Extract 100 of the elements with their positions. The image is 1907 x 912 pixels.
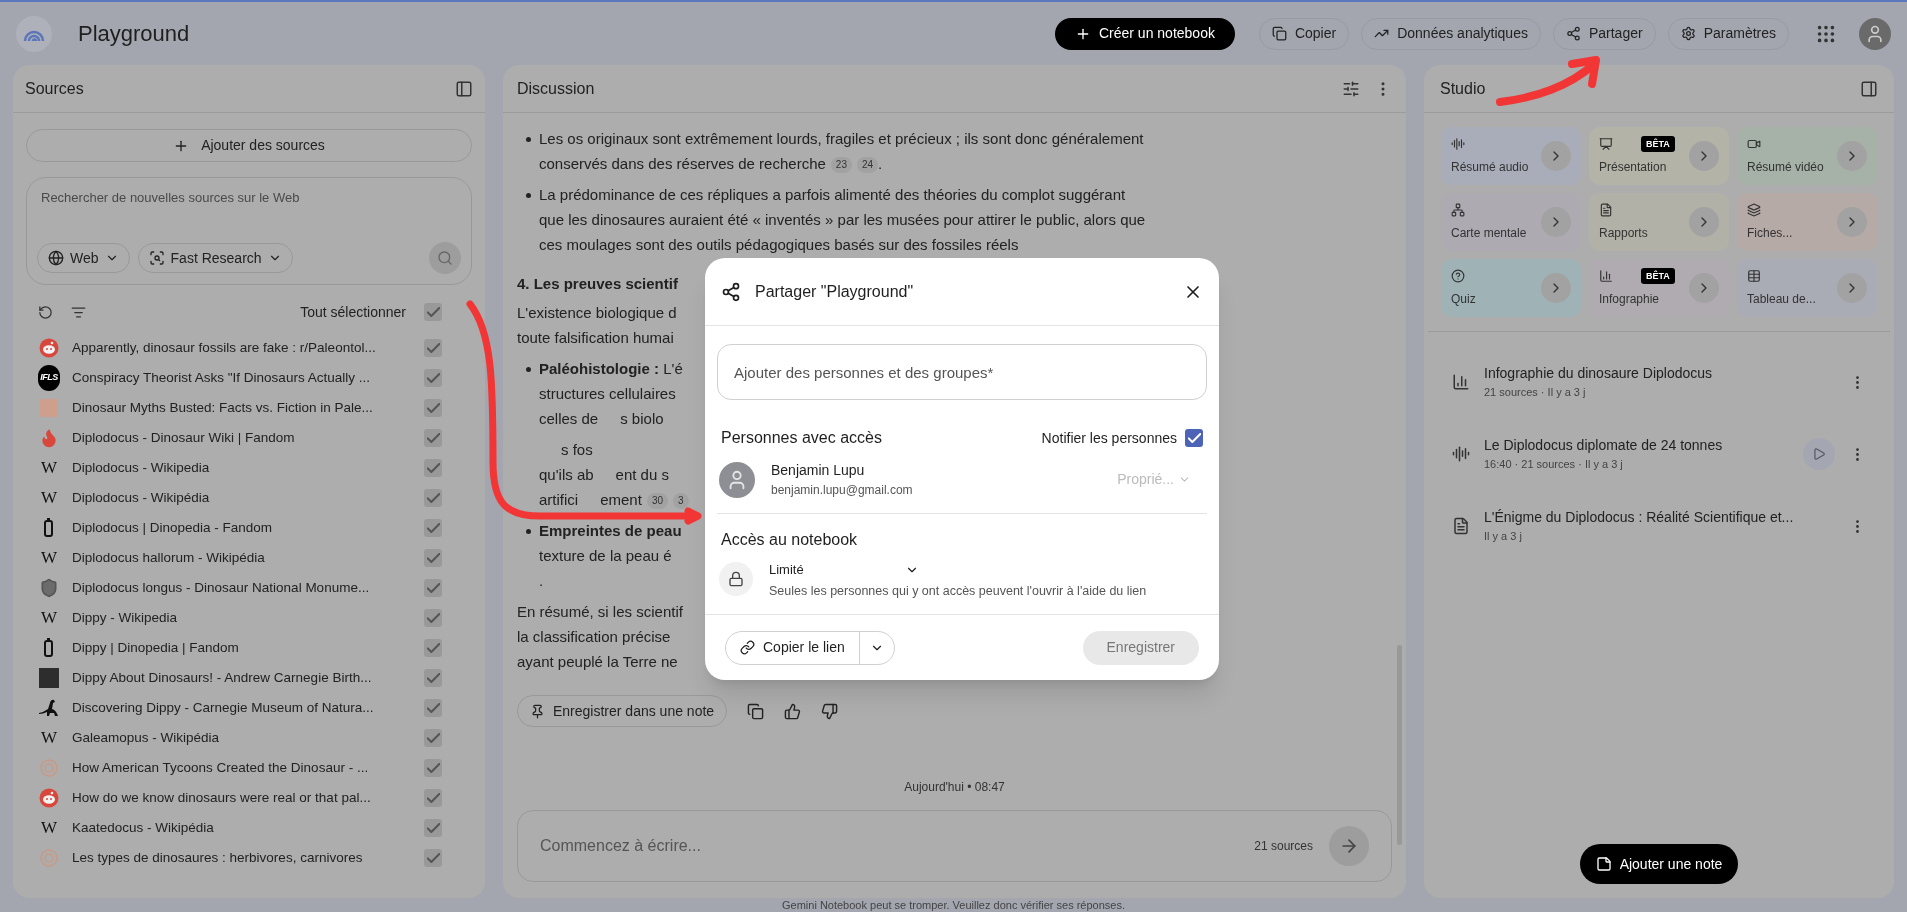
checkbox[interactable]: [424, 669, 442, 687]
checkbox[interactable]: [424, 789, 442, 807]
search-button[interactable]: [429, 242, 461, 274]
note-item[interactable]: Le Diplodocus diplomate de 24 tonnes 16:40 · 21 sources · Il y a 3 j: [1440, 418, 1878, 490]
share-icon: [1565, 26, 1581, 41]
checkbox[interactable]: [424, 849, 442, 867]
answer-text: la classification précise: [517, 627, 671, 648]
chevron-button[interactable]: [1689, 207, 1719, 237]
checkbox[interactable]: [424, 759, 442, 777]
chevron-button[interactable]: [1837, 141, 1867, 171]
answer-text: conservés dans des réserves de recherche: [539, 154, 826, 175]
source-item[interactable]: Apparently, dinosaur fossils are fake : r/Paleontol...: [26, 333, 472, 363]
checkbox[interactable]: [424, 729, 442, 747]
copy-link-label: Copier le lien: [763, 638, 845, 658]
studio-tile[interactable]: Résumé vidéo: [1737, 127, 1877, 185]
panel-toggle-icon[interactable]: [455, 79, 473, 98]
source-item[interactable]: W Diplodocus - Wikipedia: [26, 453, 472, 483]
citation-chip[interactable]: 30: [646, 492, 668, 509]
checkbox[interactable]: [424, 429, 442, 447]
checkbox[interactable]: [424, 459, 442, 477]
citation-chip[interactable]: 24: [856, 156, 879, 173]
source-item[interactable]: W Kaatedocus - Wikipédia: [26, 813, 472, 843]
studio-tile[interactable]: Carte mentale: [1441, 193, 1581, 251]
source-item[interactable]: Discovering Dippy - Carnegie Museum of Natura...: [26, 693, 472, 723]
document-icon: [1452, 517, 1470, 535]
thumbs-up-icon[interactable]: [784, 702, 802, 720]
studio-tile[interactable]: Rapports: [1589, 193, 1729, 251]
chevron-button[interactable]: [1837, 207, 1867, 237]
checkbox[interactable]: [424, 489, 442, 507]
checkbox[interactable]: [424, 519, 442, 537]
citation-chip[interactable]: 3: [673, 492, 689, 509]
play-button[interactable]: [1803, 438, 1835, 470]
web-search-box[interactable]: Rechercher de nouvelles sources sur le Web Web Fast Research: [26, 177, 472, 285]
source-item[interactable]: Diplodocus - Dinosaur Wiki | Fandom: [26, 423, 472, 453]
panel-toggle-icon[interactable]: [1860, 79, 1878, 98]
checkbox[interactable]: [424, 303, 442, 321]
note-item[interactable]: Infographie du dinosaure Diplodocus 21 sources · Il y a 3 j: [1440, 346, 1878, 418]
checkbox[interactable]: [424, 609, 442, 627]
studio-tile[interactable]: Quiz: [1441, 259, 1581, 317]
source-item[interactable]: W Dippy - Wikipedia: [26, 603, 472, 633]
source-item[interactable]: How American Tycoons Created the Dinosaur - ...: [26, 753, 472, 783]
source-item[interactable]: W Galeamopus - Wikipédia: [26, 723, 472, 753]
alien-face-icon: [39, 788, 59, 808]
logo-letter: W: [39, 548, 58, 568]
studio-tile[interactable]: Tableau de...: [1737, 259, 1877, 317]
source-item[interactable]: Dippy | Dinopedia | Fandom: [26, 633, 472, 663]
person-email: benjamin.lupu@gmail.com: [771, 482, 913, 499]
chat-input[interactable]: Commencez à écrire...: [540, 834, 1239, 858]
answer-text: .: [878, 154, 883, 175]
select-all-label: Tout sélectionner: [300, 302, 406, 322]
note-item[interactable]: L'Énigme du Diplodocus : Réalité Scientifique et... Il y a 3 j: [1440, 490, 1878, 562]
checkbox[interactable]: [424, 369, 442, 387]
source-item[interactable]: Diplodocus | Dinopedia - Fandom: [26, 513, 472, 543]
chevron-button[interactable]: [1689, 141, 1719, 171]
studio-tile[interactable]: Fiches...: [1737, 193, 1877, 251]
studio-tile[interactable]: BÊTA Présentation: [1589, 127, 1729, 185]
chat-input-box[interactable]: Commencez à écrire... 21 sources: [517, 810, 1392, 882]
avatar[interactable]: [1859, 17, 1891, 50]
chevron-button[interactable]: [1837, 273, 1867, 303]
search-input[interactable]: Rechercher de nouvelles sources sur le Web: [37, 188, 461, 208]
access-dropdown[interactable]: Limité: [769, 558, 919, 582]
answer-text: s fos: [561, 440, 593, 461]
copy-icon[interactable]: [747, 702, 765, 720]
citation-chip[interactable]: 23: [830, 156, 852, 173]
chevron-button[interactable]: [1689, 273, 1719, 303]
chevron-button[interactable]: [1541, 207, 1571, 237]
send-button[interactable]: [1329, 826, 1369, 866]
checkbox[interactable]: [424, 639, 442, 657]
notify-label: Notifier les personnes: [1041, 428, 1177, 448]
answer-text: s biolo: [620, 409, 664, 430]
answer-text: Paléohistologie : L'é: [539, 359, 683, 380]
dialog-title: Partager "Playground": [755, 281, 914, 302]
source-item[interactable]: How do we know dinosaurs were real or that pal...: [26, 783, 472, 813]
sort-icon[interactable]: [71, 304, 86, 320]
table-icon: [1747, 269, 1761, 283]
checkbox[interactable]: [424, 339, 442, 357]
studio-tile[interactable]: Résumé audio: [1441, 127, 1581, 185]
source-item[interactable]: W Diplodocus hallorum - Wikipédia: [26, 543, 472, 573]
checkbox[interactable]: [424, 699, 442, 717]
chevron-button[interactable]: [1541, 273, 1571, 303]
source-item[interactable]: Les types de dinosaures : herbivores, carnivores: [26, 843, 472, 873]
refresh-icon[interactable]: [38, 304, 53, 320]
checkbox[interactable]: [1185, 429, 1203, 447]
checkbox[interactable]: [424, 819, 442, 837]
source-item[interactable]: Dippy About Dinosaurs! - Andrew Carnegie Birth...: [26, 663, 472, 693]
sliders-icon[interactable]: [1342, 79, 1360, 98]
source-item[interactable]: Dinosaur Myths Busted: Facts vs. Fiction in Pale...: [26, 393, 472, 423]
thumbs-down-icon[interactable]: [821, 702, 839, 720]
source-item[interactable]: W Diplodocus - Wikipédia: [26, 483, 472, 513]
source-item[interactable]: IFLS Conspiracy Theorist Asks "If Dinosaurs Actually ...: [26, 363, 472, 393]
check-icon: [426, 553, 440, 563]
checkbox[interactable]: [424, 399, 442, 417]
people-input[interactable]: Ajouter des personnes et des groupes*: [717, 344, 1207, 400]
add-note-button[interactable]: Ajouter une note: [1579, 844, 1739, 884]
checkbox[interactable]: [424, 549, 442, 567]
source-item[interactable]: Diplodocus longus - Dinosaur National Monume...: [26, 573, 472, 603]
checkbox[interactable]: [424, 579, 442, 597]
check-icon: [426, 793, 440, 803]
create-notebook-button[interactable]: Créer un notebook: [1054, 17, 1235, 50]
chevron-button[interactable]: [1541, 141, 1571, 171]
